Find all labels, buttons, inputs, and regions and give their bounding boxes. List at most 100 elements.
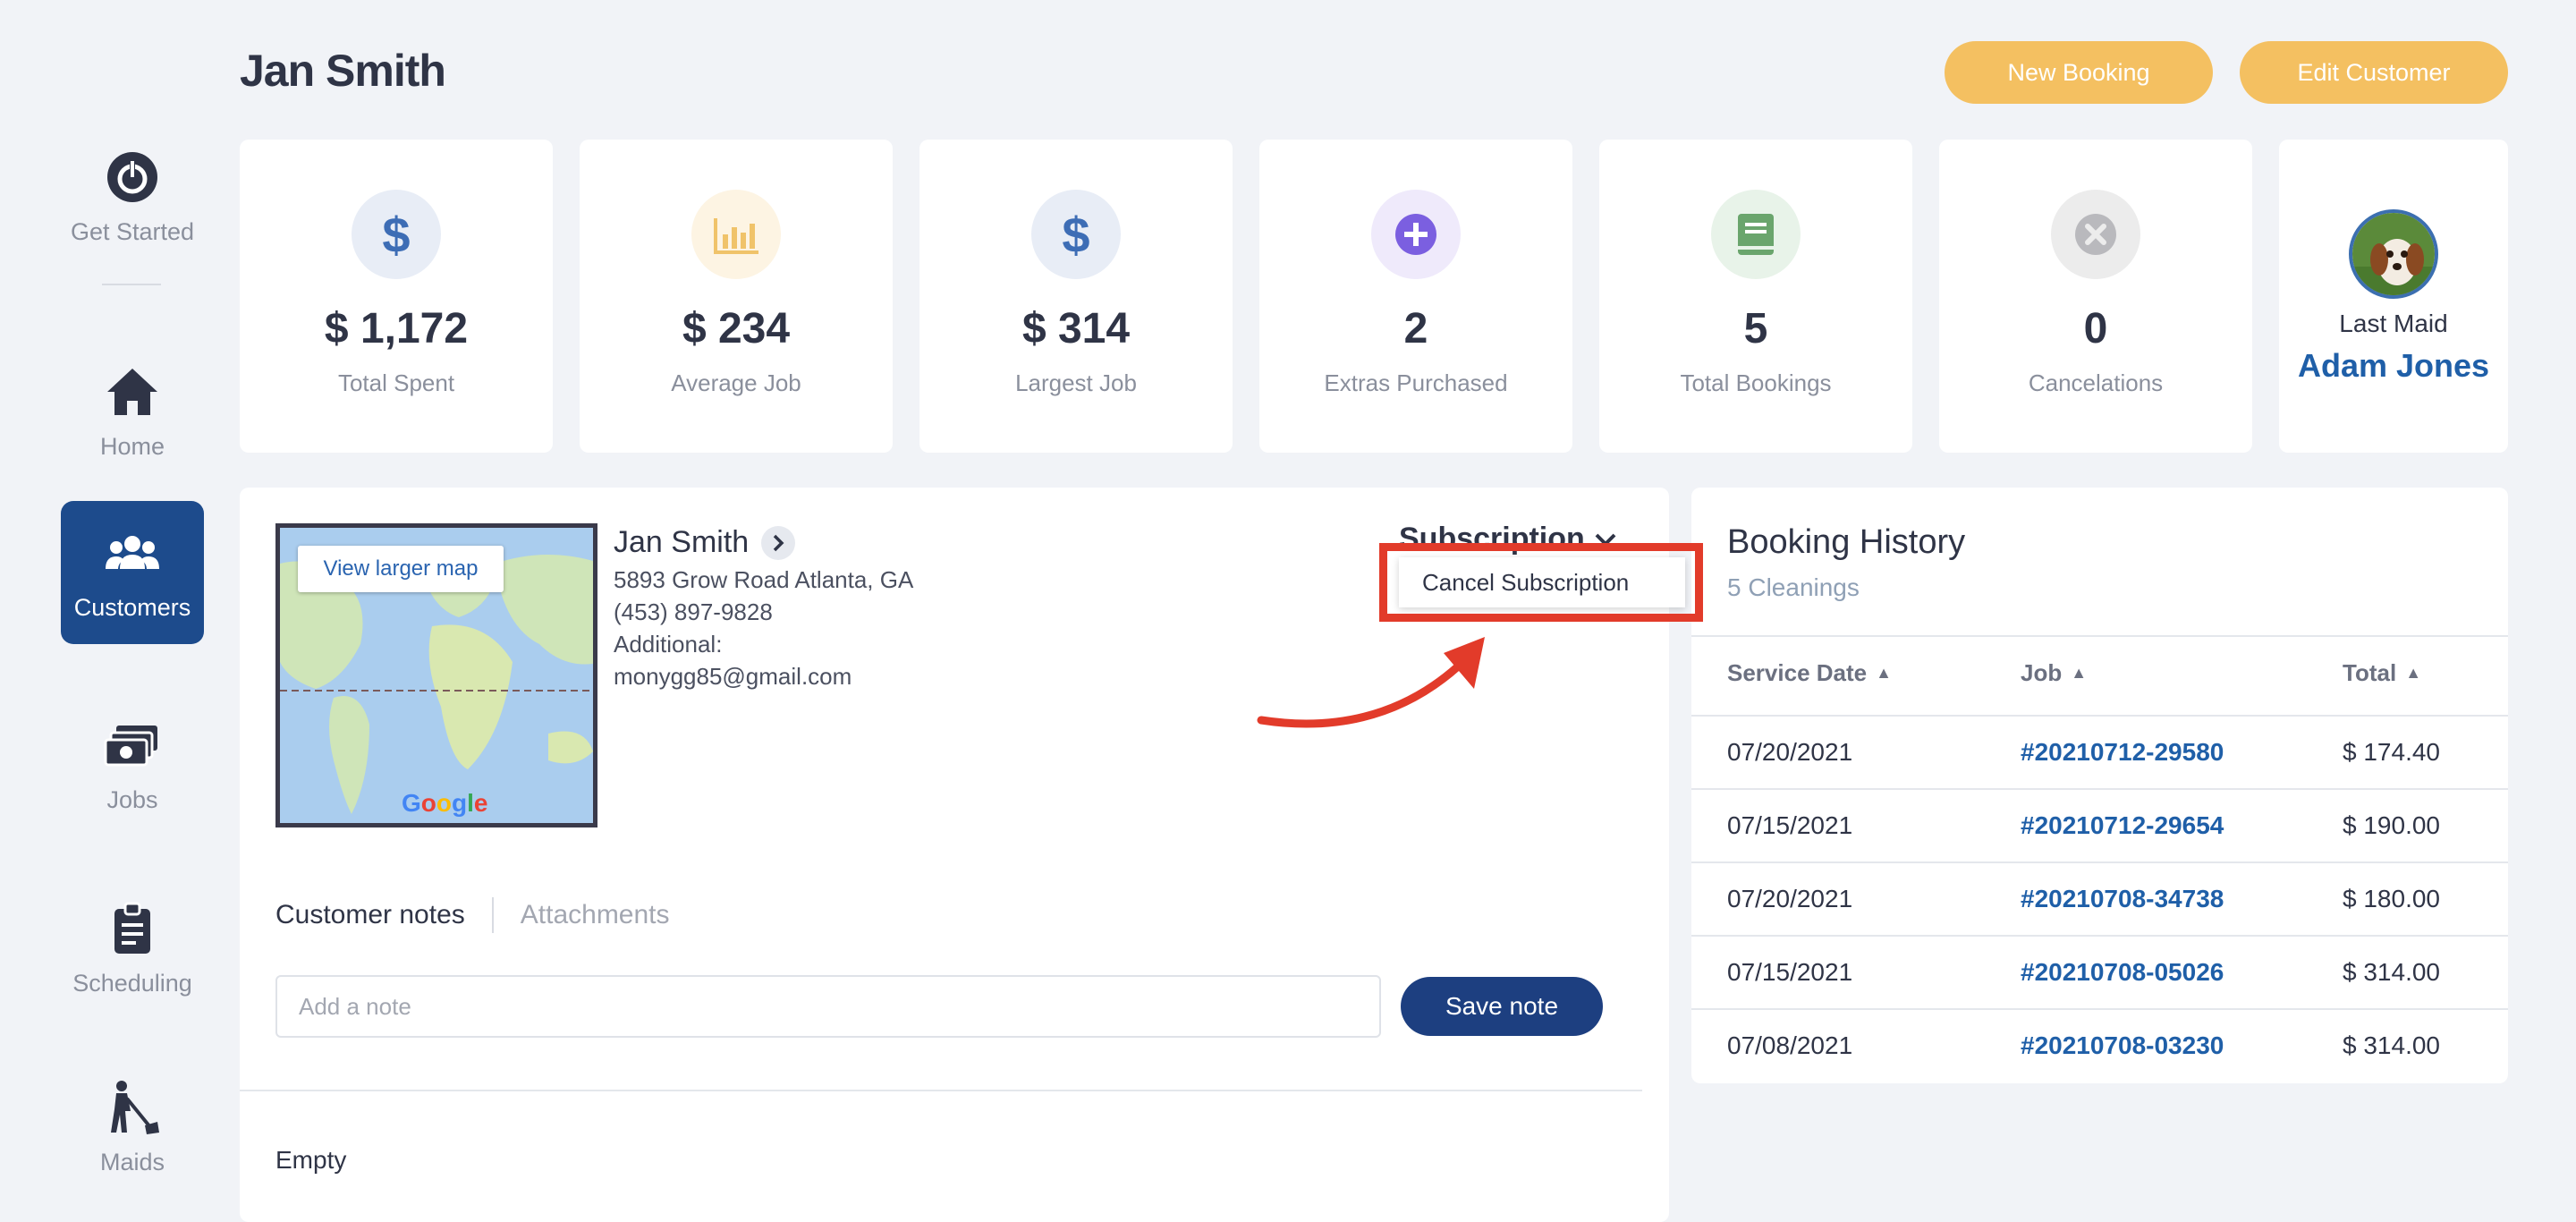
dollar-icon: $ bbox=[1031, 190, 1121, 279]
note-input[interactable] bbox=[275, 975, 1381, 1038]
dollar-icon: $ bbox=[352, 190, 441, 279]
customer-email: monygg85@gmail.com bbox=[614, 663, 852, 690]
table-row: 07/20/2021 #20210712-29580 $ 174.40 bbox=[1691, 715, 2508, 788]
stat-card-total-bookings: 5 Total Bookings bbox=[1599, 140, 1912, 453]
booking-history-title: Booking History bbox=[1727, 523, 1966, 561]
job-link[interactable]: #20210708-34738 bbox=[2021, 885, 2224, 913]
column-header-job[interactable]: Job ▲ bbox=[2021, 659, 2087, 687]
annotation-highlight-box bbox=[1379, 543, 1703, 622]
notes-empty-state: Empty bbox=[275, 1146, 347, 1174]
sidebar-item-customers[interactable]: Customers bbox=[61, 501, 204, 644]
money-stack-icon bbox=[104, 717, 161, 774]
customer-panel: View larger map Google Jan Smith 5893 Gr… bbox=[240, 488, 1703, 1222]
google-logo: Google bbox=[402, 789, 488, 817]
stat-card-total-spent: $ $ 1,172 Total Spent bbox=[240, 140, 553, 453]
table-row: 07/08/2021 #20210708-03230 $ 314.00 bbox=[1691, 1008, 2508, 1082]
customer-additional-label: Additional: bbox=[614, 631, 723, 658]
sort-asc-icon: ▲ bbox=[2071, 664, 2088, 682]
booking-history-subtitle: 5 Cleanings bbox=[1727, 573, 1860, 601]
job-link[interactable]: #20210712-29654 bbox=[2021, 811, 2224, 840]
home-icon bbox=[104, 363, 161, 420]
sort-asc-icon: ▲ bbox=[1876, 664, 1892, 682]
view-larger-map-link[interactable]: View larger map bbox=[298, 546, 504, 592]
stat-value: 2 bbox=[1403, 305, 1428, 352]
service-date-cell: 07/15/2021 bbox=[1727, 811, 1853, 839]
chevron-right-icon[interactable] bbox=[761, 525, 796, 560]
stat-label: Extras Purchased bbox=[1324, 369, 1508, 396]
customer-name: Jan Smith bbox=[614, 525, 750, 559]
sidebar-item-label: Customers bbox=[73, 593, 191, 621]
tab-attachments[interactable]: Attachments bbox=[521, 900, 670, 930]
customer-map[interactable]: View larger map Google bbox=[275, 523, 597, 827]
customer-name-row[interactable]: Jan Smith bbox=[614, 525, 796, 560]
column-header-service-date[interactable]: Service Date ▲ bbox=[1727, 659, 1892, 687]
total-cell: $ 190.00 bbox=[2343, 811, 2440, 839]
stat-label: Total Bookings bbox=[1680, 369, 1832, 396]
stat-value: 0 bbox=[2083, 305, 2108, 352]
last-maid-label: Last Maid bbox=[2339, 310, 2448, 337]
new-booking-button[interactable]: New Booking bbox=[1945, 41, 2213, 104]
total-cell: $ 174.40 bbox=[2343, 738, 2440, 766]
job-link[interactable]: #20210712-29580 bbox=[2021, 738, 2224, 767]
last-maid-card[interactable]: Last Maid Adam Jones bbox=[2279, 140, 2508, 453]
sidebar-item-label: Jobs bbox=[106, 785, 158, 813]
column-header-label: Total bbox=[2343, 659, 2397, 686]
annotation-arrow bbox=[1257, 637, 1485, 728]
sidebar-item-maids[interactable]: Maids bbox=[61, 1056, 204, 1199]
stat-label: Largest Job bbox=[1015, 369, 1137, 396]
avatar bbox=[2349, 209, 2438, 299]
service-date-cell: 07/20/2021 bbox=[1727, 885, 1853, 912]
customer-phone: (453) 897-9828 bbox=[614, 598, 773, 625]
stat-label: Total Spent bbox=[337, 369, 455, 396]
sort-asc-icon: ▲ bbox=[2405, 664, 2422, 682]
sidebar-item-scheduling[interactable]: Scheduling bbox=[61, 877, 204, 1020]
page-title: Jan Smith bbox=[240, 46, 446, 96]
stat-value: $ 1,172 bbox=[324, 305, 469, 352]
stat-label: Cancelations bbox=[2028, 369, 2164, 396]
customer-address: 5893 Grow Road Atlanta, GA bbox=[614, 566, 914, 593]
divider bbox=[1691, 635, 2508, 637]
service-date-cell: 07/15/2021 bbox=[1727, 958, 1853, 986]
divider bbox=[240, 1090, 1642, 1091]
sidebar-item-label: Maids bbox=[99, 1148, 165, 1175]
cleaner-icon bbox=[104, 1079, 161, 1136]
tab-separator bbox=[491, 897, 494, 933]
service-date-cell: 07/20/2021 bbox=[1727, 738, 1853, 766]
sidebar-divider bbox=[102, 284, 161, 285]
column-header-label: Service Date bbox=[1727, 659, 1868, 686]
stat-value: $ 234 bbox=[682, 305, 791, 352]
x-circle-icon bbox=[2051, 190, 2140, 279]
sidebar-item-home[interactable]: Home bbox=[61, 340, 204, 483]
stat-label: Average Job bbox=[671, 369, 801, 396]
job-link[interactable]: #20210708-03230 bbox=[2021, 1031, 2224, 1060]
save-note-button[interactable]: Save note bbox=[1401, 977, 1603, 1036]
stat-value: $ 314 bbox=[1021, 305, 1131, 352]
stat-card-extras-purchased: 2 Extras Purchased bbox=[1259, 140, 1572, 453]
column-header-total[interactable]: Total ▲ bbox=[2343, 659, 2421, 687]
sidebar-item-get-started[interactable]: Get Started bbox=[61, 125, 204, 268]
column-header-label: Job bbox=[2021, 659, 2063, 686]
chart-icon bbox=[691, 190, 781, 279]
tab-customer-notes[interactable]: Customer notes bbox=[275, 900, 465, 930]
total-cell: $ 314.00 bbox=[2343, 1031, 2440, 1059]
stat-value: 5 bbox=[1743, 305, 1768, 352]
service-date-cell: 07/08/2021 bbox=[1727, 1031, 1853, 1059]
stat-card-cancelations: 0 Cancelations bbox=[1939, 140, 2252, 453]
sidebar-item-label: Home bbox=[99, 432, 165, 460]
sidebar: Get Started Home Customers Jobs Scheduli… bbox=[0, 0, 242, 1222]
table-row: 07/15/2021 #20210712-29654 $ 190.00 bbox=[1691, 788, 2508, 861]
stat-card-largest-job: $ $ 314 Largest Job bbox=[919, 140, 1233, 453]
users-icon bbox=[104, 524, 161, 581]
plus-icon bbox=[1371, 190, 1461, 279]
sidebar-item-label: Scheduling bbox=[72, 969, 192, 997]
job-link[interactable]: #20210708-05026 bbox=[2021, 958, 2224, 987]
table-row: 07/15/2021 #20210708-05026 $ 314.00 bbox=[1691, 935, 2508, 1008]
sidebar-item-jobs[interactable]: Jobs bbox=[61, 693, 204, 836]
clipboard-icon bbox=[104, 900, 161, 957]
total-cell: $ 180.00 bbox=[2343, 885, 2440, 912]
total-cell: $ 314.00 bbox=[2343, 958, 2440, 986]
edit-customer-button[interactable]: Edit Customer bbox=[2240, 41, 2508, 104]
last-maid-name[interactable]: Adam Jones bbox=[2298, 347, 2489, 385]
power-icon bbox=[104, 149, 161, 206]
sidebar-item-label: Get Started bbox=[70, 217, 195, 245]
